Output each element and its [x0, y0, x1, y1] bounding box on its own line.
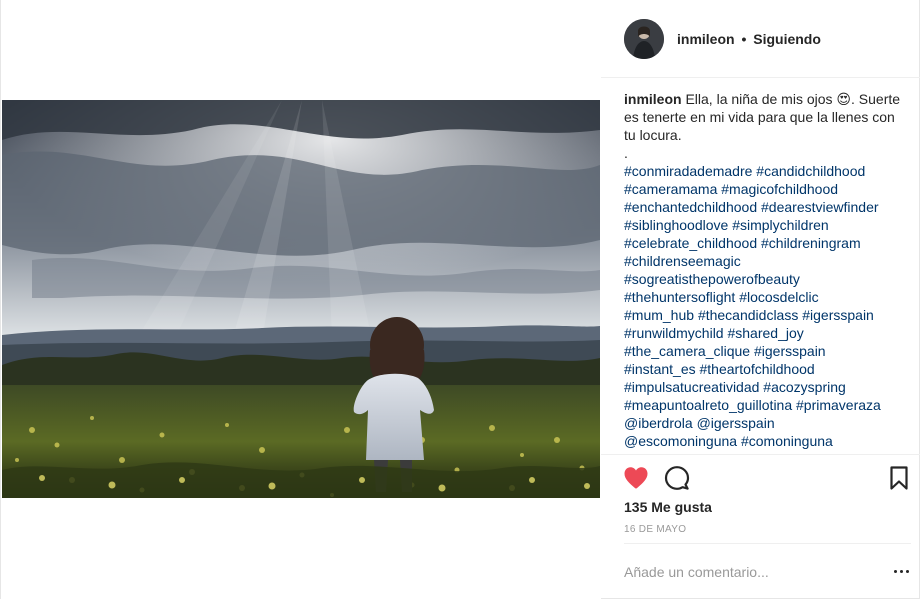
post-date[interactable]: 16 DE MAYO — [624, 524, 686, 535]
header-user: inmileon • Siguiendo — [677, 31, 821, 47]
hashtag-link[interactable]: #cameramama — [624, 181, 717, 197]
hashtag-link[interactable]: #instant_es — [624, 361, 696, 377]
hashtag-link[interactable]: #siblinghoodlove — [624, 217, 728, 233]
hashtag-link[interactable]: #sogreatisthepowerofbeauty — [624, 271, 800, 287]
caption-text: inmileon Ella, la niña de mis ojos 😍. Su… — [624, 90, 909, 144]
hashtag-link[interactable]: #runwildmychild — [624, 325, 724, 341]
post-sidebar: inmileon • Siguiendo inmileon Ella, la n… — [601, 0, 920, 599]
hashtag-link[interactable]: #dearestviewfinder — [761, 199, 879, 215]
ellipsis-icon — [894, 570, 897, 573]
hashtag-link[interactable]: #primaveraza — [796, 397, 881, 413]
separator-dot: • — [741, 31, 747, 47]
hashtag-link[interactable]: #igersspain — [802, 307, 874, 323]
comment-button[interactable] — [664, 465, 690, 491]
hashtag-list: #conmiradademadre #candidchildhood #came… — [624, 162, 909, 450]
hashtag-link[interactable]: #shared_joy — [727, 325, 803, 341]
hashtag-link[interactable]: #candidchildhood — [756, 163, 865, 179]
mention-link[interactable]: @iberdrola — [624, 415, 693, 431]
post-media — [1, 0, 601, 599]
bookmark-icon — [890, 466, 908, 490]
comment-form — [624, 543, 911, 599]
profile-avatar[interactable] — [624, 19, 664, 59]
post-actions — [601, 454, 920, 504]
hashtag-link[interactable]: #igersspain — [754, 343, 826, 359]
comment-input[interactable] — [624, 562, 874, 582]
hashtag-link[interactable]: #childreningram — [761, 235, 861, 251]
hashtag-link[interactable]: #comoninguna — [741, 433, 833, 449]
mention-link[interactable]: @escomoninguna — [624, 433, 737, 449]
more-options-button[interactable] — [894, 570, 910, 576]
follow-status-button[interactable]: Siguiendo — [753, 31, 821, 47]
hashtag-link[interactable]: #enchantedchildhood — [624, 199, 757, 215]
hashtag-link[interactable]: #theartofchildhood — [700, 361, 815, 377]
hashtag-link[interactable]: #simplychildren — [732, 217, 828, 233]
caption-line-1: Ella, la niña de mis ojos 😍. — [685, 91, 855, 107]
hashtag-link[interactable]: #conmiradademadre — [624, 163, 752, 179]
like-count[interactable]: 135 Me gusta — [624, 499, 712, 515]
hashtag-link[interactable]: #mum_hub — [624, 307, 694, 323]
hashtag-link[interactable]: #magicofchildhood — [721, 181, 838, 197]
save-button[interactable] — [886, 465, 912, 491]
ellipsis-icon — [900, 570, 903, 573]
ellipsis-icon — [906, 570, 909, 573]
hashtag-link[interactable]: #childrenseemagic — [624, 253, 741, 269]
post-caption: inmileon Ella, la niña de mis ojos 😍. Su… — [624, 90, 909, 450]
hashtag-link[interactable]: #the_camera_clique — [624, 343, 750, 359]
instagram-post: inmileon • Siguiendo inmileon Ella, la n… — [0, 0, 920, 599]
hashtag-link[interactable]: #acozyspring — [763, 379, 846, 395]
hashtag-link[interactable]: #impulsatucreatividad — [624, 379, 759, 395]
avatar-image — [624, 19, 664, 59]
username-link[interactable]: inmileon — [677, 31, 735, 47]
caption-dot: . — [624, 145, 628, 161]
post-header: inmileon • Siguiendo — [601, 0, 920, 78]
hashtag-link[interactable]: #celebrate_childhood — [624, 235, 757, 251]
hashtag-link[interactable]: #thecandidclass — [698, 307, 798, 323]
hashtag-link[interactable]: #locosdelclic — [739, 289, 818, 305]
mention-link[interactable]: @igersspain — [697, 415, 775, 431]
speech-bubble-icon — [664, 466, 690, 490]
post-photo[interactable] — [2, 100, 600, 498]
caption-username-link[interactable]: inmileon — [624, 91, 682, 107]
like-button[interactable] — [623, 465, 649, 491]
heart-icon — [624, 467, 648, 489]
hashtag-link[interactable]: #meapuntoalreto_guillotina — [624, 397, 792, 413]
hashtag-link[interactable]: #thehuntersoflight — [624, 289, 735, 305]
